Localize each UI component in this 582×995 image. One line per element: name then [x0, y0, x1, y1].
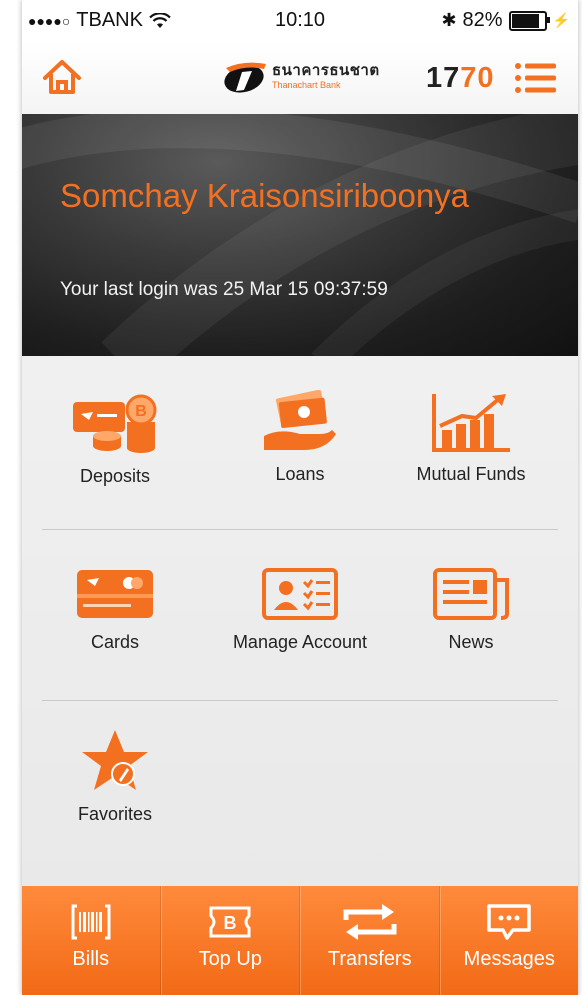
manage-account-icon — [262, 568, 338, 620]
favorites-label: Favorites — [77, 804, 153, 824]
news-label: News — [448, 632, 494, 652]
barcode-icon — [71, 904, 111, 940]
favorites-star-icon — [82, 730, 148, 790]
last-login-text: Your last login was 25 Mar 15 09:37:59 — [60, 279, 388, 300]
tab-top-up-label: Top Up — [198, 948, 262, 970]
tab-messages[interactable]: Messages — [439, 886, 579, 995]
loans-label: Loans — [275, 464, 325, 484]
phone-screen: ●●●●○ TBANK 10:10 ✱ 82% ⚡ ธนาคารธนชาต Th… — [22, 0, 578, 995]
grid-divider — [42, 529, 558, 530]
hotline-suffix: 70 — [460, 62, 495, 94]
battery-group: ✱ 82% ⚡ — [441, 9, 570, 32]
tab-transfers[interactable]: Transfers — [300, 886, 440, 995]
svg-text:B: B — [135, 403, 147, 420]
news-tile[interactable]: News — [386, 566, 556, 653]
loans-icon — [264, 390, 336, 450]
bottom-tab-bar: Bills B Top Up Transfers Messages — [22, 886, 578, 995]
tab-transfers-label: Transfers — [327, 948, 412, 970]
loans-tile[interactable]: Loans — [215, 390, 385, 485]
cards-label: Cards — [90, 632, 139, 652]
transfer-arrows-icon — [343, 904, 397, 940]
grid-divider — [42, 700, 558, 701]
bank-logo: ธนาคารธนชาต Thanachart Bank — [222, 58, 380, 94]
bank-name-thai: ธนาคารธนชาต — [272, 61, 380, 79]
message-bubble-icon — [487, 904, 531, 940]
app-header: ธนาคารธนชาต Thanachart Bank 1770 — [22, 42, 578, 115]
hotline-number[interactable]: 1770 — [426, 62, 495, 95]
tab-bills[interactable]: Bills — [22, 886, 161, 995]
deposits-icon: B — [73, 394, 157, 453]
hotline-prefix: 17 — [426, 62, 461, 94]
menu-list-icon[interactable] — [514, 62, 556, 94]
mutual-funds-chart-icon — [432, 394, 510, 452]
newspaper-icon — [433, 568, 509, 620]
svg-text:B: B — [224, 913, 237, 933]
tab-top-up[interactable]: B Top Up — [160, 886, 300, 995]
manage-account-label: Manage Account — [232, 632, 368, 652]
deposits-label: Deposits — [79, 466, 151, 486]
charging-icon: ⚡ — [552, 12, 570, 28]
bank-name-english: Thanachart Bank — [272, 79, 341, 90]
battery-percent: 82% — [462, 9, 503, 31]
welcome-banner: Somchay Kraisonsiriboonya Your last logi… — [22, 114, 578, 356]
cards-tile[interactable]: Cards — [30, 566, 200, 653]
bluetooth-icon: ✱ — [441, 10, 457, 30]
status-bar: ●●●●○ TBANK 10:10 ✱ 82% ⚡ — [22, 0, 578, 42]
credit-card-icon — [77, 570, 153, 618]
mutual-funds-label: Mutual Funds — [416, 464, 526, 484]
banner-background-swirl — [22, 114, 578, 356]
manage-account-tile[interactable]: Manage Account — [215, 566, 385, 653]
user-name: Somchay Kraisonsiriboonya — [60, 177, 470, 214]
battery-icon — [508, 10, 550, 31]
tab-bills-label: Bills — [72, 948, 110, 970]
top-up-ticket-icon: B — [209, 906, 251, 938]
mutual-funds-tile[interactable]: Mutual Funds — [386, 390, 556, 485]
tab-messages-label: Messages — [463, 948, 555, 970]
main-menu-grid: B Deposits Loans Mutual Funds Cards Mana… — [22, 356, 578, 886]
favorites-tile[interactable]: Favorites — [30, 728, 200, 825]
home-icon[interactable] — [42, 58, 82, 96]
deposits-tile[interactable]: B Deposits — [30, 392, 200, 487]
bank-logo-icon — [224, 62, 266, 93]
